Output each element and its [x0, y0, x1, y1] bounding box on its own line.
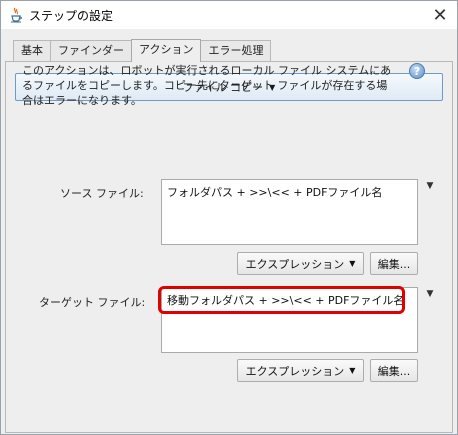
target-chevron-down-icon[interactable]: ▼ [424, 289, 436, 299]
source-expression-button[interactable]: エクスプレッション ▼ [237, 252, 364, 275]
source-edit-button[interactable]: 編集... [370, 252, 418, 275]
close-button[interactable]: ✕ [427, 3, 453, 27]
tab-bar: 基本 ファインダー アクション エラー処理 [13, 39, 272, 62]
target-file-label: ターゲット ファイル: [39, 296, 146, 309]
tab-action[interactable]: アクション [131, 39, 202, 62]
source-file-input[interactable]: フォルダパス + >>\<< + PDFファイル名 [161, 179, 418, 245]
tab-finder[interactable]: ファインダー [50, 40, 132, 62]
target-file-input[interactable]: 移動フォルダパス + >>\<< + PDFファイル名 [161, 287, 418, 353]
step-settings-dialog: ステップの設定 ✕ 基本 ファインダー アクション エラー処理 ファイル コピー… [0, 0, 458, 435]
help-icon[interactable]: ? [409, 63, 425, 79]
close-icon[interactable]: ✕ [432, 5, 447, 26]
target-expression-button[interactable]: エクスプレッション ▼ [237, 359, 364, 382]
java-cup-icon [10, 7, 22, 23]
chevron-down-icon: ▼ [349, 259, 356, 268]
window-title: ステップの設定 [29, 9, 114, 23]
target-expression-label: エクスプレッション [245, 364, 345, 378]
tab-error-handling[interactable]: エラー処理 [200, 40, 272, 62]
title-bar: ステップの設定 ✕ [1, 1, 457, 29]
target-edit-button[interactable]: 編集... [370, 359, 418, 382]
source-expression-label: エクスプレッション [245, 257, 345, 271]
source-file-label: ソース ファイル: [60, 187, 144, 200]
source-chevron-down-icon[interactable]: ▼ [424, 181, 436, 191]
action-description: このアクションは、ロボットが実行されるローカル ファイル システムにあるファイル… [22, 64, 392, 107]
chevron-down-icon: ▼ [349, 366, 356, 375]
tab-basic[interactable]: 基本 [13, 40, 51, 62]
